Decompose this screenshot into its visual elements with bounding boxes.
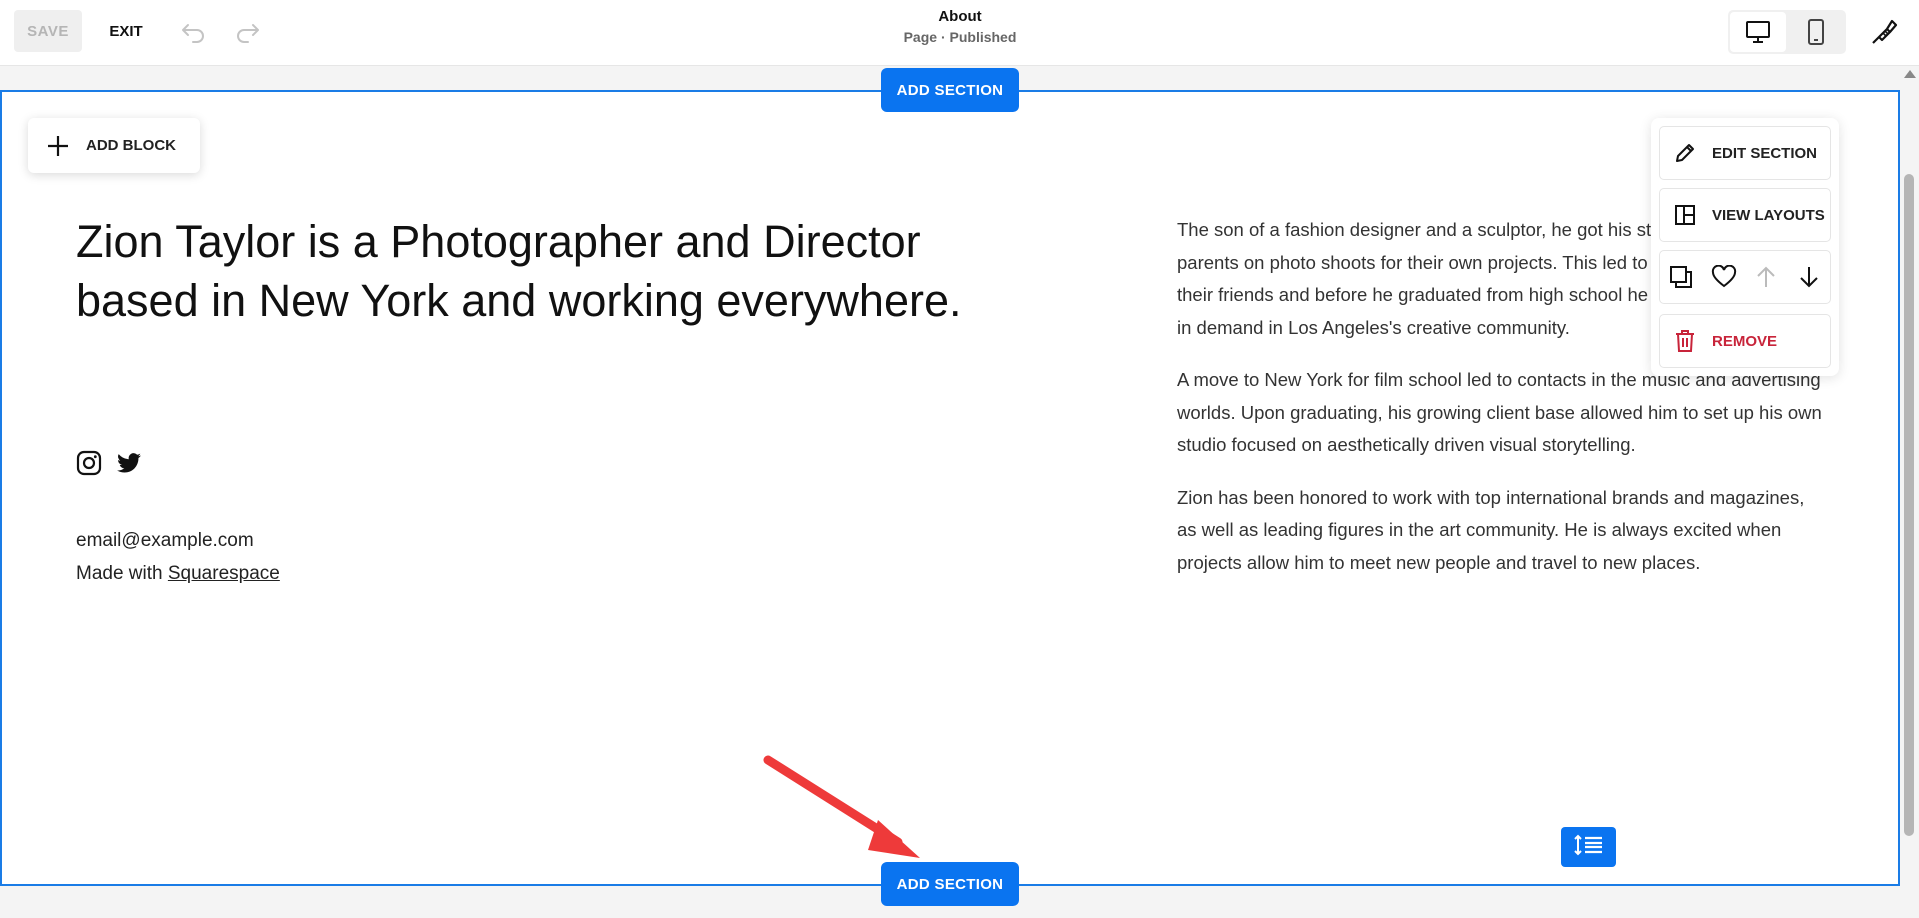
bio-paragraph: A move to New York for film school led t… [1177, 369, 1822, 455]
view-layouts-label: VIEW LAYOUTS [1712, 206, 1825, 224]
duplicate-icon[interactable] [1666, 262, 1696, 292]
device-toggle [1728, 10, 1846, 54]
move-up-icon[interactable] [1751, 262, 1781, 292]
twitter-icon[interactable] [116, 450, 142, 476]
page-title: About [938, 8, 982, 25]
move-down-icon[interactable] [1794, 262, 1824, 292]
email-text[interactable]: email@example.com [76, 524, 280, 557]
remove-section-button[interactable]: REMOVE [1659, 314, 1831, 368]
remove-label: REMOVE [1712, 332, 1778, 350]
section-icon-actions [1659, 250, 1831, 304]
scroll-up-icon[interactable] [1904, 70, 1916, 78]
add-section-top-button[interactable]: ADD SECTION [881, 68, 1019, 112]
squarespace-link[interactable]: Squarespace [168, 563, 280, 584]
edit-section-label: EDIT SECTION [1712, 144, 1818, 162]
add-section-bottom-button[interactable]: ADD SECTION [881, 862, 1019, 906]
save-button[interactable]: SAVE [14, 10, 82, 52]
page-status: Page · Published [903, 29, 1017, 45]
add-block-label: ADD BLOCK [86, 137, 176, 154]
desktop-view-icon[interactable] [1730, 12, 1786, 52]
made-with-line: Made with Squarespace [76, 557, 280, 590]
view-layouts-button[interactable]: VIEW LAYOUTS [1659, 188, 1831, 242]
editor-toolbar: SAVE EXIT About Page · Published [0, 0, 1919, 66]
contact-block: email@example.com Made with Squarespace [76, 524, 280, 590]
line-height-icon [1573, 833, 1605, 862]
site-styles-icon[interactable] [1866, 14, 1902, 50]
section-actions-menu: EDIT SECTION VIEW LAYOUTS REMOVE [1651, 118, 1839, 376]
headline-text[interactable]: Zion Taylor is a Photographer and Direct… [76, 212, 1016, 330]
undo-icon[interactable] [178, 16, 208, 46]
trash-icon [1672, 328, 1698, 354]
pencil-icon [1672, 140, 1698, 166]
made-with-text: Made with [76, 563, 168, 584]
scroll-thumb[interactable] [1904, 174, 1914, 836]
instagram-icon[interactable] [76, 450, 102, 476]
bio-paragraph: Zion has been honored to work with top i… [1177, 486, 1805, 573]
edit-section-button[interactable]: EDIT SECTION [1659, 126, 1831, 180]
section-height-button[interactable] [1561, 827, 1616, 867]
redo-icon[interactable] [233, 16, 263, 46]
heart-icon[interactable] [1709, 262, 1739, 292]
layout-icon [1672, 202, 1698, 228]
add-block-button[interactable]: ADD BLOCK [28, 118, 200, 173]
mobile-view-icon[interactable] [1788, 12, 1844, 52]
page-scrollbar[interactable] [1900, 66, 1919, 918]
annotation-arrow-icon [760, 752, 930, 862]
exit-button[interactable]: EXIT [100, 10, 152, 52]
plus-icon [46, 134, 70, 158]
